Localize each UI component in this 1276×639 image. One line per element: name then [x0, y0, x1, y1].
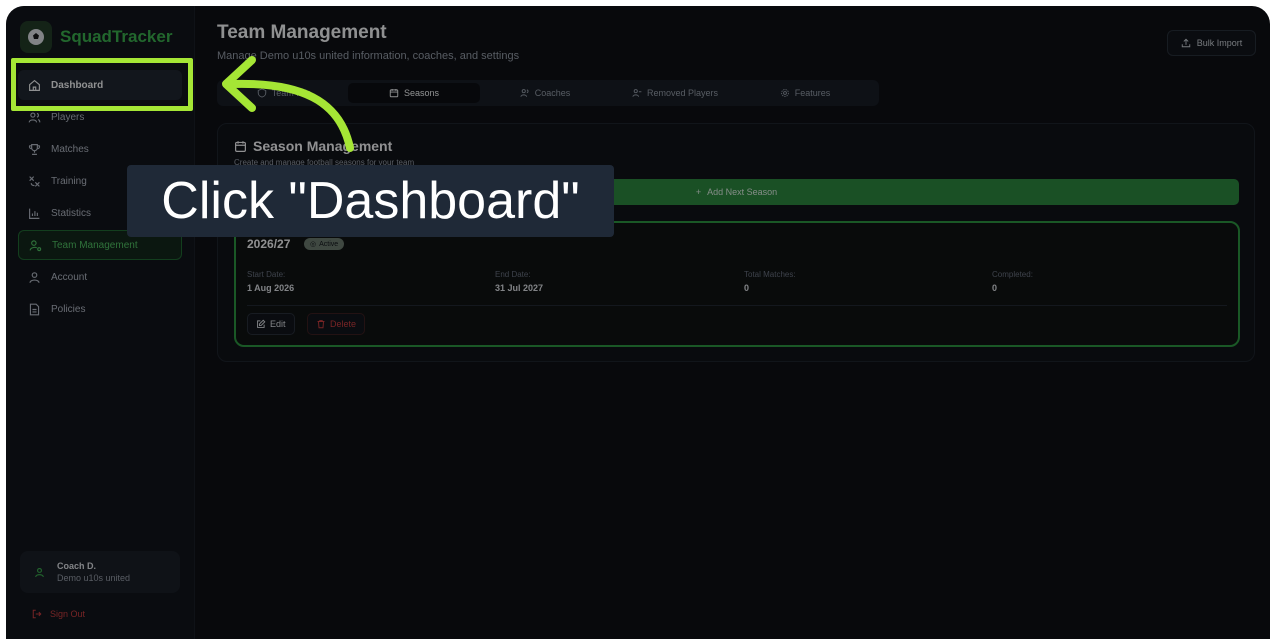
user-icon: [35, 567, 44, 577]
bulk-import-label: Bulk Import: [1196, 38, 1243, 48]
total-matches-stat: Total Matches: 0: [744, 270, 796, 293]
tab-features[interactable]: Features: [740, 83, 870, 103]
completed-label: Completed:: [992, 270, 1033, 279]
app-window: SquadTracker Dashboard Players Matches T…: [6, 6, 1270, 639]
start-date-label: Start Date:: [247, 270, 286, 279]
panel-title: Season Management: [234, 138, 392, 154]
status-badge: ◎ Active: [304, 238, 345, 250]
panel-title-text: Season Management: [253, 138, 393, 154]
tab-label: Features: [794, 88, 831, 98]
upload-icon: [1181, 38, 1190, 48]
add-next-season-label: Add Next Season: [707, 187, 778, 197]
sidebar-item-label: Players: [51, 111, 85, 123]
tab-label: Seasons: [403, 88, 440, 98]
tab-label: Coaches: [534, 88, 571, 98]
tab-seasons[interactable]: Seasons: [348, 83, 480, 103]
main-content: Team Management Manage Demo u10s united …: [217, 6, 1270, 639]
tab-team-info[interactable]: Team Info: [220, 83, 348, 103]
shield-icon: [257, 88, 266, 98]
end-date-stat: End Date: 31 Jul 2027: [495, 270, 543, 293]
tab-label: Removed Players: [646, 88, 719, 98]
completed-stat: Completed: 0: [992, 270, 1033, 293]
edit-icon: [257, 319, 266, 328]
sidebar-item-matches[interactable]: Matches: [18, 134, 182, 164]
brand-name: SquadTracker: [60, 27, 173, 46]
user-card[interactable]: Coach D. Demo u10s united: [20, 551, 180, 593]
delete-season-button[interactable]: Delete: [307, 313, 366, 335]
training-icon: [29, 175, 40, 187]
season-card: 2026/27 ◎ Active Start Date: 1 Aug 2026 …: [234, 221, 1240, 347]
users-icon: [520, 89, 529, 97]
page-title: Team Management: [217, 22, 387, 43]
soccer-ball-icon: [20, 21, 52, 53]
user-name: Coach D.: [57, 561, 97, 571]
trophy-icon: [28, 143, 41, 155]
check-circle-icon: ◎: [310, 241, 317, 248]
sidebar-item-label: Team Management: [52, 239, 138, 251]
total-matches-value: 0: [744, 283, 750, 293]
users-icon: [28, 111, 41, 123]
sidebar-item-account[interactable]: Account: [18, 262, 182, 292]
end-date-label: End Date:: [495, 270, 531, 279]
start-date-stat: Start Date: 1 Aug 2026: [247, 270, 294, 293]
calendar-icon: [389, 88, 399, 98]
log-out-icon: [32, 609, 42, 619]
user-minus-icon: [632, 89, 642, 97]
sign-out-button[interactable]: Sign Out: [32, 609, 85, 619]
file-icon: [29, 303, 40, 315]
user-cog-icon: [29, 239, 42, 251]
sidebar-item-label: Account: [51, 271, 88, 283]
trash-icon: [317, 320, 325, 329]
brand: SquadTracker: [20, 21, 172, 53]
calendar-icon: [235, 140, 246, 152]
user-team: Demo u10s united: [57, 573, 131, 583]
end-date-value: 31 Jul 2027: [495, 283, 544, 293]
sign-out-label: Sign Out: [50, 609, 86, 619]
sidebar-item-label: Training: [51, 175, 87, 187]
dashboard-highlight-box: [11, 58, 193, 111]
divider: [247, 305, 1227, 306]
user-icon: [29, 271, 40, 283]
edit-label: Edit: [270, 319, 286, 329]
season-name: 2026/27: [247, 237, 291, 251]
delete-label: Delete: [330, 319, 357, 329]
sidebar-item-policies[interactable]: Policies: [18, 294, 182, 324]
app-dimmed-layer: SquadTracker Dashboard Players Matches T…: [6, 6, 1270, 639]
total-matches-label: Total Matches:: [744, 270, 796, 279]
tab-removed-players[interactable]: Removed Players: [610, 83, 740, 103]
tab-label: Team Info: [271, 88, 312, 98]
tutorial-callout: Click "Dashboard": [127, 165, 614, 237]
plus-icon: +: [695, 187, 702, 197]
bar-chart-icon: [29, 208, 40, 219]
tab-bar: Team Info Seasons Coaches Removed Player…: [217, 80, 879, 106]
completed-value: 0: [992, 283, 998, 293]
tab-coaches[interactable]: Coaches: [480, 83, 610, 103]
page-subtitle: Manage Demo u10s united information, coa…: [217, 50, 520, 62]
sidebar-item-label: Matches: [51, 143, 89, 155]
edit-season-button[interactable]: Edit: [247, 313, 295, 335]
sidebar-item-label: Policies: [51, 303, 86, 315]
sidebar-item-label: Statistics: [51, 207, 92, 219]
bulk-import-button[interactable]: Bulk Import: [1167, 30, 1256, 56]
status-badge-label: Active: [319, 240, 339, 248]
season-management-panel: Season Management Create and manage foot…: [217, 123, 1255, 362]
start-date-value: 1 Aug 2026: [247, 283, 295, 293]
gear-icon: [780, 89, 789, 97]
